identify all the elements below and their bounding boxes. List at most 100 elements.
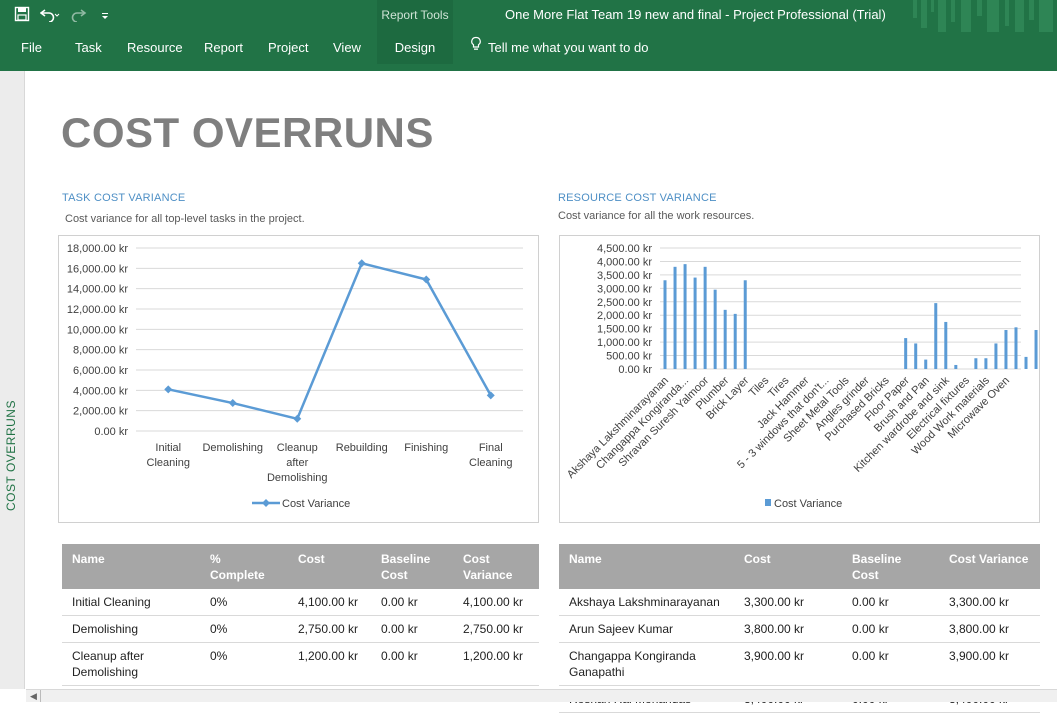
tell-me-box[interactable]: Tell me what you want to do bbox=[470, 32, 648, 64]
tab-view[interactable]: View bbox=[333, 32, 361, 64]
report-title[interactable]: COST OVERRUNS bbox=[61, 109, 434, 157]
task-cost-chart[interactable]: 0.00 kr 2,000.00 kr 4,000.00 kr 6,000.00 kr… bbox=[58, 235, 539, 523]
data-point bbox=[228, 399, 237, 408]
bar bbox=[934, 303, 938, 369]
y-tick-label: 14,000.00 kr bbox=[67, 284, 128, 296]
view-bar: COST OVERRUNS bbox=[0, 71, 25, 689]
resource-cell: 0.00 kr bbox=[842, 589, 939, 616]
y-tick-label: 0.00 kr bbox=[94, 426, 128, 438]
resource-cost-variance-subtitle[interactable]: Cost variance for all the work resources… bbox=[558, 210, 754, 222]
report-tools-group-label: Report Tools bbox=[377, 0, 453, 32]
task-cell: 0% bbox=[200, 642, 288, 686]
tab-file[interactable]: File bbox=[21, 32, 42, 64]
series-line bbox=[167, 261, 492, 421]
task-col-complete: % Complete bbox=[200, 544, 288, 589]
task-table-header-row: Name % Complete Cost Baseline Cost Cost … bbox=[62, 544, 539, 589]
task-cell: Demolishing bbox=[62, 615, 200, 643]
task-cost-chart-svg: 0.00 kr 2,000.00 kr 4,000.00 kr 6,000.00 kr… bbox=[67, 243, 523, 510]
y-tick-label: 2,500.00 kr bbox=[597, 297, 652, 309]
bar bbox=[703, 266, 707, 369]
x-tick-label: after bbox=[286, 457, 308, 469]
resource-col-cost-variance: Cost Variance bbox=[939, 544, 1040, 589]
table-row: Demolishing 0% 2,750.00 kr 0.00 kr 2,750… bbox=[62, 615, 539, 643]
task-cell: 1,200.00 kr bbox=[288, 642, 371, 686]
bar bbox=[683, 264, 687, 369]
task-col-cost-variance: Cost Variance bbox=[453, 544, 539, 589]
task-cell: 2,750.00 kr bbox=[453, 615, 539, 643]
resource-cell: 3,800.00 kr bbox=[734, 615, 842, 643]
data-point bbox=[293, 414, 302, 423]
bar bbox=[954, 364, 958, 369]
data-point bbox=[357, 259, 366, 268]
resource-cell: Akshaya Lakshminarayanan bbox=[559, 589, 734, 616]
y-tick-label: 1,000.00 kr bbox=[597, 337, 652, 349]
scroll-divider bbox=[40, 690, 41, 702]
task-col-baseline-cost: Baseline Cost bbox=[371, 544, 453, 589]
tab-resource[interactable]: Resource bbox=[127, 32, 183, 64]
table-row: Cleanup after Demolishing 0% 1,200.00 kr… bbox=[62, 642, 539, 686]
x-tick-label: Cleaning bbox=[469, 457, 512, 469]
resource-cell: 3,800.00 kr bbox=[939, 615, 1040, 643]
title-bar: Report Tools One More Flat Team 19 new a… bbox=[0, 0, 1057, 36]
resource-col-name: Name bbox=[559, 544, 734, 589]
resource-table-header-row: Name Cost Baseline Cost Cost Variance bbox=[559, 544, 1040, 589]
task-cost-variance-title[interactable]: TASK COST VARIANCE bbox=[62, 192, 185, 204]
y-tick-label: 0.00 kr bbox=[618, 364, 652, 376]
bar bbox=[994, 343, 998, 369]
y-tick-label: 2,000.00 kr bbox=[597, 310, 652, 322]
y-tick-label: 3,000.00 kr bbox=[597, 283, 652, 295]
table-row: Akshaya Lakshminarayanan 3,300.00 kr 0.0… bbox=[559, 589, 1040, 616]
scroll-left-icon[interactable]: ◀ bbox=[30, 691, 37, 702]
y-tick-label: 4,500.00 kr bbox=[597, 243, 652, 255]
undo-icon[interactable] bbox=[39, 6, 60, 26]
task-cell: 0.00 kr bbox=[371, 642, 453, 686]
task-col-cost: Cost bbox=[288, 544, 371, 589]
bar bbox=[673, 266, 677, 369]
resource-cost-variance-title[interactable]: RESOURCE COST VARIANCE bbox=[558, 192, 717, 204]
tab-task[interactable]: Task bbox=[75, 32, 102, 64]
x-tick-label: Tiles bbox=[747, 374, 772, 399]
legend-swatch bbox=[765, 499, 771, 506]
task-cell: 0.00 kr bbox=[371, 589, 453, 616]
task-table[interactable]: Name % Complete Cost Baseline Cost Cost … bbox=[62, 544, 539, 686]
horizontal-scrollbar[interactable]: ◀ bbox=[26, 689, 1057, 702]
lightbulb-icon bbox=[470, 32, 482, 64]
window-title: One More Flat Team 19 new and final - Pr… bbox=[505, 7, 886, 22]
bar bbox=[974, 358, 978, 369]
resource-cell: Arun Sajeev Kumar bbox=[559, 615, 734, 643]
x-tick-label: Initial bbox=[155, 442, 181, 454]
customize-qat-icon[interactable] bbox=[100, 7, 110, 25]
task-cell: 1,200.00 kr bbox=[453, 642, 539, 686]
resource-cell: 3,900.00 kr bbox=[939, 642, 1040, 686]
y-tick-label: 1,500.00 kr bbox=[597, 324, 652, 336]
y-tick-label: 16,000.00 kr bbox=[67, 263, 128, 275]
bar bbox=[1024, 356, 1028, 369]
y-tick-label: 18,000.00 kr bbox=[67, 243, 128, 255]
legend-label: Cost Variance bbox=[282, 498, 350, 510]
view-label: COST OVERRUNS bbox=[4, 400, 18, 511]
table-row: Arun Sajeev Kumar 3,800.00 kr 0.00 kr 3,… bbox=[559, 615, 1040, 643]
task-cost-variance-subtitle[interactable]: Cost variance for all top-level tasks in… bbox=[65, 213, 305, 225]
bar bbox=[924, 359, 928, 369]
task-cell: 0% bbox=[200, 589, 288, 616]
tab-project[interactable]: Project bbox=[268, 32, 308, 64]
resource-cost-chart[interactable]: 0.00 kr 500.00 kr 1,000.00 kr 1,500.00 kr 2,… bbox=[559, 235, 1040, 523]
task-cell: Cleanup after Demolishing bbox=[62, 642, 200, 686]
x-tick-label: Cleaning bbox=[147, 457, 190, 469]
tab-design[interactable]: Design bbox=[377, 32, 453, 64]
task-cell: Initial Cleaning bbox=[62, 589, 200, 616]
y-tick-label: 500.00 kr bbox=[606, 351, 652, 363]
y-tick-label: 4,000.00 kr bbox=[597, 256, 652, 268]
resource-cell: Changappa Kongiranda Ganapathi bbox=[559, 642, 734, 686]
table-row: Changappa Kongiranda Ganapathi 3,900.00 … bbox=[559, 642, 1040, 686]
resource-table[interactable]: Name Cost Baseline Cost Cost Variance Ak… bbox=[559, 544, 1040, 713]
legend-label: Cost Variance bbox=[774, 498, 842, 510]
data-point bbox=[164, 385, 173, 394]
tab-report[interactable]: Report bbox=[204, 32, 243, 64]
resource-cell: 3,900.00 kr bbox=[734, 642, 842, 686]
resource-cell: 0.00 kr bbox=[842, 642, 939, 686]
bar bbox=[944, 321, 948, 369]
save-icon[interactable] bbox=[14, 6, 30, 26]
x-tick-label: Finishing bbox=[404, 442, 448, 454]
redo-icon[interactable] bbox=[70, 6, 90, 26]
